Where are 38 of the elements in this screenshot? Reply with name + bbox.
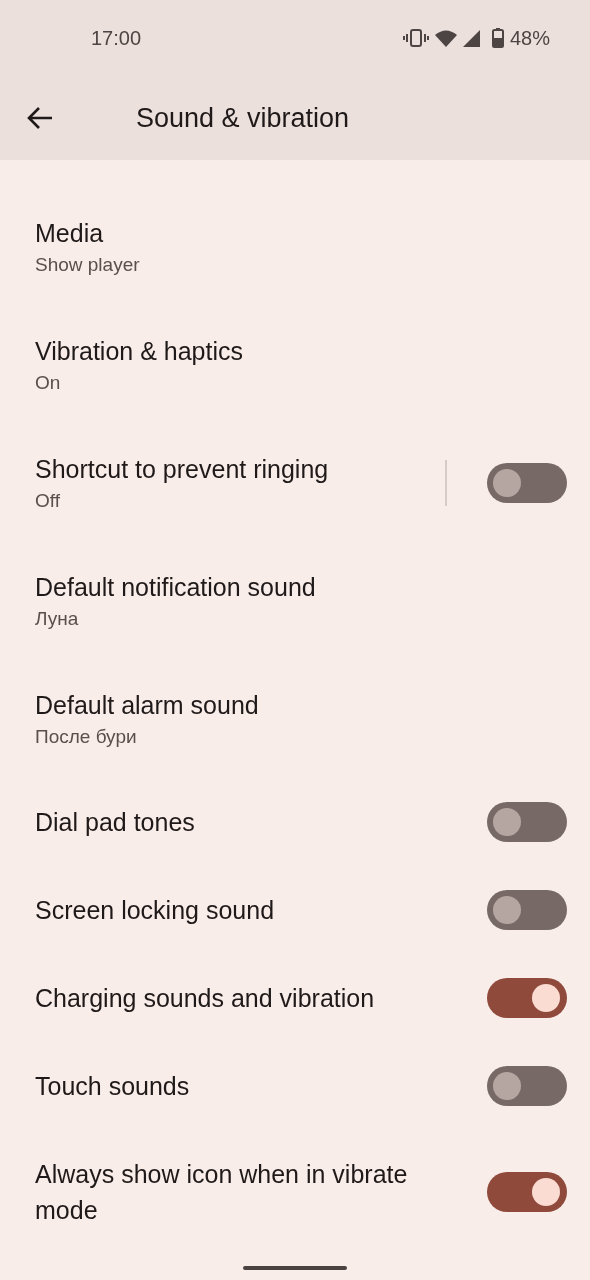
settings-item[interactable]: Media Show player xyxy=(0,188,590,306)
settings-item[interactable]: Vibration & haptics On xyxy=(0,306,590,424)
signal-icon xyxy=(462,29,480,47)
settings-item[interactable]: Default alarm sound После бури xyxy=(0,660,590,778)
setting-title: Media xyxy=(35,218,105,249)
setting-summary: Off xyxy=(35,489,61,513)
battery-percentage: 48% xyxy=(509,26,550,50)
setting-title: Vibration & haptics xyxy=(35,336,244,367)
settings-item[interactable]: Default notification sound Луна xyxy=(0,542,590,660)
page-title: Sound & vibration xyxy=(136,102,350,134)
setting-summary: Show player xyxy=(35,253,141,277)
setting-summary: После бури xyxy=(35,725,138,749)
settings-item[interactable]: Always show icon when in vibrate mode xyxy=(0,1130,590,1254)
settings-item[interactable]: Touch sounds xyxy=(0,1042,590,1130)
setting-title: Dial pad tones xyxy=(35,807,196,838)
setting-title: Charging sounds and vibration xyxy=(35,983,376,1014)
toggle-switch[interactable] xyxy=(487,978,567,1018)
toggle-switch[interactable] xyxy=(487,802,567,842)
settings-item[interactable]: Dial pad tones xyxy=(0,778,590,866)
clock-time: 17:00 xyxy=(91,26,142,50)
setting-summary: On xyxy=(35,371,62,395)
setting-title: Always show icon when in vibrate mode xyxy=(35,1159,409,1226)
toggle-switch[interactable] xyxy=(487,1066,567,1106)
setting-summary: Луна xyxy=(35,607,80,631)
settings-item[interactable]: Screen locking sound xyxy=(0,866,590,954)
settings-item[interactable]: Charging sounds and vibration xyxy=(0,954,590,1042)
settings-item[interactable]: Shortcut to prevent ringing Off xyxy=(0,424,590,542)
battery-icon xyxy=(491,28,504,48)
toggle-switch[interactable] xyxy=(487,1172,567,1212)
setting-title: Touch sounds xyxy=(35,1071,191,1102)
wifi-icon xyxy=(434,29,457,47)
setting-title: Shortcut to prevent ringing xyxy=(35,454,330,485)
setting-title: Default alarm sound xyxy=(35,690,260,721)
setting-title: Screen locking sound xyxy=(35,895,276,926)
toggle-switch[interactable] xyxy=(487,463,567,503)
setting-title: Default notification sound xyxy=(35,572,317,603)
toggle-switch[interactable] xyxy=(487,890,567,930)
vibrate-icon xyxy=(402,29,429,47)
